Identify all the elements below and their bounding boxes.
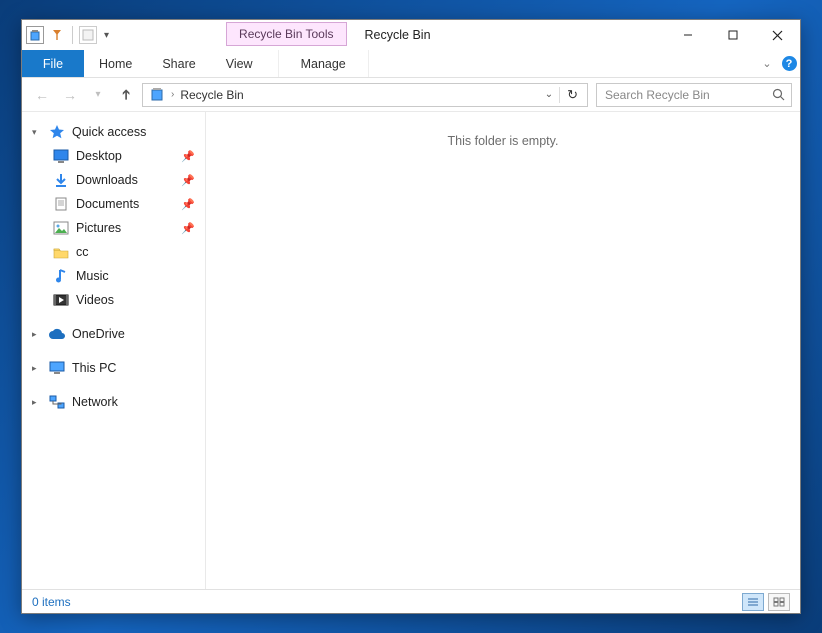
- onedrive-label: OneDrive: [72, 327, 125, 341]
- quick-access-label: Quick access: [72, 125, 146, 139]
- sidebar-item-music[interactable]: Music: [22, 264, 205, 288]
- recycle-bin-icon[interactable]: [26, 26, 44, 44]
- address-bar[interactable]: › Recycle Bin ⌄ ↻: [142, 83, 588, 107]
- file-tab[interactable]: File: [22, 50, 84, 77]
- title-bar: ▾ Recycle Bin Tools Recycle Bin: [22, 20, 800, 50]
- collapse-chevron-icon[interactable]: ▾: [32, 127, 42, 138]
- status-bar: 0 items: [22, 589, 800, 613]
- quick-access-node[interactable]: ▾ Quick access: [22, 120, 205, 144]
- ribbon-expand-chevron[interactable]: ⌄: [756, 50, 778, 77]
- empty-folder-message: This folder is empty.: [448, 134, 559, 589]
- content-pane: This folder is empty.: [206, 112, 800, 589]
- sidebar-item-videos[interactable]: Videos: [22, 288, 205, 312]
- pin-icon: 📌: [181, 174, 195, 187]
- recycle-bin-icon: [149, 87, 167, 103]
- network-icon: [48, 394, 66, 410]
- home-tab[interactable]: Home: [84, 50, 147, 77]
- sidebar-item-label: Videos: [76, 293, 114, 307]
- desktop-icon: [52, 148, 70, 164]
- window-controls: [665, 20, 800, 50]
- quick-access-toolbar: ▾: [22, 20, 116, 50]
- content-area[interactable]: This folder is empty.: [206, 112, 800, 589]
- sidebar-item-label: Documents: [76, 197, 139, 211]
- sidebar-item-pictures[interactable]: Pictures 📌: [22, 216, 205, 240]
- explorer-body: ▾ Quick access Desktop 📌 Downloads 📌: [22, 112, 800, 589]
- explorer-window: ▾ Recycle Bin Tools Recycle Bin File Hom…: [21, 19, 801, 614]
- star-icon: [48, 124, 66, 140]
- sidebar-item-label: cc: [76, 245, 89, 259]
- downloads-icon: [52, 172, 70, 188]
- expand-chevron-icon[interactable]: ▸: [32, 329, 42, 340]
- close-button[interactable]: [755, 20, 800, 50]
- music-icon: [52, 268, 70, 284]
- properties-icon[interactable]: [48, 26, 66, 44]
- qat-separator: [72, 26, 73, 44]
- qat-customize-chevron[interactable]: ▾: [101, 30, 112, 41]
- folder-icon: [52, 244, 70, 260]
- help-button[interactable]: ?: [778, 50, 800, 77]
- forward-button[interactable]: →: [58, 83, 82, 107]
- network-node[interactable]: ▸ Network: [22, 390, 205, 414]
- documents-icon: [52, 196, 70, 212]
- details-view-button[interactable]: [742, 593, 764, 611]
- this-pc-icon: [48, 360, 66, 376]
- videos-icon: [52, 292, 70, 308]
- up-button[interactable]: ➔: [114, 83, 138, 107]
- expand-chevron-icon[interactable]: ▸: [32, 363, 42, 374]
- refresh-button[interactable]: ↻: [560, 87, 585, 103]
- sidebar-item-label: Music: [76, 269, 109, 283]
- onedrive-icon: [48, 326, 66, 342]
- navigation-bar: ← → ▾ ➔ › Recycle Bin ⌄ ↻: [22, 78, 800, 112]
- pin-icon: 📌: [181, 150, 195, 163]
- minimize-button[interactable]: [665, 20, 710, 50]
- network-label: Network: [72, 395, 118, 409]
- maximize-button[interactable]: [710, 20, 755, 50]
- view-tab[interactable]: View: [211, 50, 268, 77]
- this-pc-label: This PC: [72, 361, 116, 375]
- pictures-icon: [52, 220, 70, 236]
- breadcrumb-location[interactable]: Recycle Bin: [174, 84, 249, 106]
- recent-locations-chevron[interactable]: ▾: [86, 83, 110, 107]
- sidebar-item-label: Desktop: [76, 149, 122, 163]
- window-title: Recycle Bin: [351, 20, 665, 50]
- sidebar-item-label: Downloads: [76, 173, 138, 187]
- manage-tab[interactable]: Manage: [278, 50, 369, 77]
- sidebar-item-cc[interactable]: cc: [22, 240, 205, 264]
- share-tab[interactable]: Share: [147, 50, 210, 77]
- contextual-tool-tab[interactable]: Recycle Bin Tools: [226, 22, 347, 46]
- back-button[interactable]: ←: [30, 83, 54, 107]
- thumbnails-view-button[interactable]: [768, 593, 790, 611]
- new-folder-icon[interactable]: [79, 26, 97, 44]
- sidebar-item-label: Pictures: [76, 221, 121, 235]
- item-count: 0 items: [32, 595, 71, 609]
- navigation-pane: ▾ Quick access Desktop 📌 Downloads 📌: [22, 112, 206, 589]
- onedrive-node[interactable]: ▸ OneDrive: [22, 322, 205, 346]
- sidebar-item-desktop[interactable]: Desktop 📌: [22, 144, 205, 168]
- pin-icon: 📌: [181, 198, 195, 211]
- expand-chevron-icon[interactable]: ▸: [32, 397, 42, 408]
- pin-icon: 📌: [181, 222, 195, 235]
- this-pc-node[interactable]: ▸ This PC: [22, 356, 205, 380]
- search-icon: [772, 88, 785, 101]
- sidebar-item-documents[interactable]: Documents 📌: [22, 192, 205, 216]
- ribbon-tabs: File Home Share View Manage ⌄ ?: [22, 50, 800, 78]
- address-dropdown-chevron[interactable]: ⌄: [539, 89, 559, 100]
- search-input[interactable]: [603, 87, 772, 103]
- sidebar-item-downloads[interactable]: Downloads 📌: [22, 168, 205, 192]
- search-box[interactable]: [596, 83, 792, 107]
